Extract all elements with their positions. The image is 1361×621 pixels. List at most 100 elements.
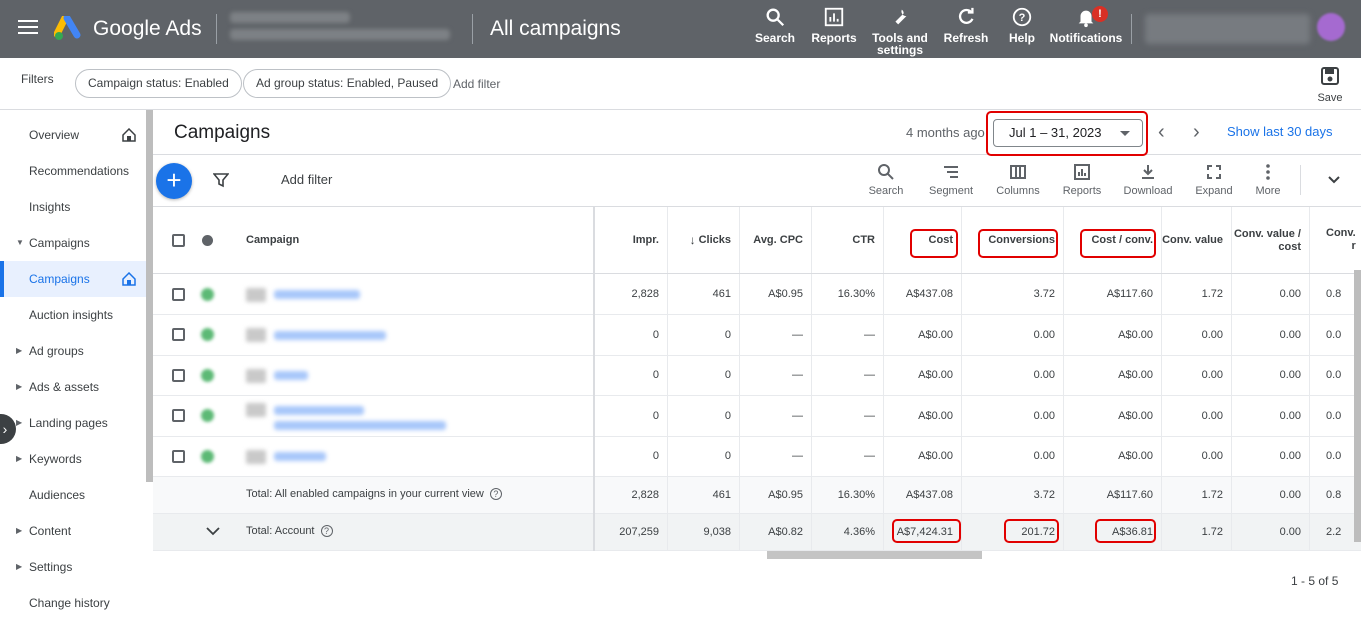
download-icon: [1142, 165, 1154, 179]
cell-conv-value-cost: 0.00: [1231, 436, 1309, 476]
sidebar-item-change-history[interactable]: Change history: [0, 585, 146, 621]
filter-icon[interactable]: [213, 172, 229, 188]
sidebar-scrollbar[interactable]: [146, 110, 153, 482]
help-icon[interactable]: ?: [320, 525, 333, 537]
menu-icon[interactable]: [18, 20, 38, 36]
row-checkbox[interactable]: [172, 287, 185, 301]
cell-avg-cpc: A$0.95: [739, 274, 811, 314]
show-last-30-days-link[interactable]: Show last 30 days: [1227, 124, 1333, 139]
campaign-name-link[interactable]: [246, 368, 308, 383]
help-icon[interactable]: ?: [489, 488, 502, 500]
topnav-notifications[interactable]: ! Notifications: [1050, 6, 1122, 56]
add-filter-link[interactable]: Add filter: [453, 77, 500, 91]
chevron-down-icon[interactable]: [205, 523, 221, 542]
topnav-search[interactable]: Search: [755, 6, 795, 56]
tool-search[interactable]: Search: [867, 163, 905, 197]
cell-conv-value: 0.00: [1161, 315, 1231, 355]
row-checkbox[interactable]: [172, 409, 185, 423]
table-row[interactable]: 2,828 461 A$0.95 16.30% A$437.08 3.72 A$117.60…: [153, 274, 1361, 315]
sidebar-item-settings[interactable]: ▶ Settings: [0, 549, 146, 585]
table-vertical-scrollbar[interactable]: [1354, 270, 1361, 542]
sidebar-item-recommendations[interactable]: Recommendations: [0, 153, 146, 189]
campaigns-header: Campaigns 4 months ago Jul 1 – 31, 2023 …: [153, 110, 1361, 156]
campaign-name-link[interactable]: [246, 403, 446, 431]
horizontal-scrollbar[interactable]: [767, 551, 982, 559]
add-campaign-button[interactable]: +: [156, 163, 192, 199]
cell-cost-per-conv: A$0.00: [1063, 396, 1161, 436]
caret-down-icon: ▼: [16, 238, 24, 247]
account-selector[interactable]: [230, 12, 455, 46]
topnav-reports[interactable]: Reports: [811, 6, 857, 56]
table-row[interactable]: 0 0— — A$0.00 0.00 A$0.00 0.00 0.00 0.0: [153, 355, 1361, 396]
cell-ctr: —: [811, 315, 883, 355]
tool-columns[interactable]: Columns: [994, 163, 1042, 197]
col-header-conv-value[interactable]: Conv. value: [1161, 207, 1231, 273]
row-checkbox[interactable]: [172, 328, 185, 342]
sidebar-item-overview[interactable]: Overview: [0, 117, 146, 153]
toolbar-add-filter[interactable]: Add filter: [281, 172, 332, 187]
campaign-name-link[interactable]: [246, 449, 326, 464]
sidebar-item-campaigns-group[interactable]: ▼ Campaigns: [0, 225, 146, 261]
sidebar-item-ad-groups[interactable]: ▶ Ad groups: [0, 333, 146, 369]
tool-reports[interactable]: Reports: [1059, 163, 1105, 197]
cell-conv-value: 0.00: [1161, 355, 1231, 395]
topnav-refresh[interactable]: Refresh: [944, 6, 988, 56]
next-period-button[interactable]: ›: [1193, 121, 1200, 144]
col-header-clicks[interactable]: ↓ Clicks: [667, 207, 739, 273]
tool-expand[interactable]: Expand: [1193, 163, 1235, 197]
campaign-name-link[interactable]: [246, 328, 386, 343]
date-range-picker[interactable]: Jul 1 – 31, 2023: [993, 119, 1143, 147]
topnav-help[interactable]: ? Help: [1005, 6, 1039, 56]
sort-arrow-icon: ↓: [689, 232, 696, 247]
sidebar-item-landing-pages[interactable]: ▶ Landing pages: [0, 405, 146, 441]
col-header-cost-per-conv[interactable]: Cost / conv.: [1063, 207, 1161, 273]
campaign-column-header[interactable]: Campaign: [246, 234, 299, 246]
sidebar-item-auction-insights[interactable]: Auction insights: [0, 297, 146, 333]
user-account-info[interactable]: [1145, 14, 1310, 44]
filters-label: Filters: [21, 72, 54, 86]
cell-conv-value-cost: 0.00: [1231, 355, 1309, 395]
col-header-conv-rate[interactable]: Conv. r: [1309, 207, 1361, 273]
search-icon: [878, 164, 894, 180]
sidebar-item-audiences[interactable]: Audiences: [0, 477, 146, 513]
avatar[interactable]: [1317, 13, 1345, 41]
cell-cost: A$0.00: [883, 436, 961, 476]
row-checkbox[interactable]: [172, 368, 185, 382]
chevron-down-icon[interactable]: [1326, 171, 1342, 187]
cell-conv-value: 1.72: [1161, 274, 1231, 314]
sidebar-item-insights[interactable]: Insights: [0, 189, 146, 225]
cell-avg-cpc: —: [739, 355, 811, 395]
select-all-checkbox[interactable]: [172, 234, 185, 247]
col-header-ctr[interactable]: CTR: [811, 207, 883, 273]
col-header-cost[interactable]: Cost: [883, 207, 961, 273]
cell-clicks: 461: [667, 477, 739, 513]
caret-right-icon: ▶: [16, 382, 23, 391]
cell-clicks: 9,038: [667, 514, 739, 550]
table-row[interactable]: 0 0— — A$0.00 0.00 A$0.00 0.00 0.00 0.0: [153, 315, 1361, 356]
cell-conv-value-cost: 0.00: [1231, 396, 1309, 436]
filter-chip-campaign-status[interactable]: Campaign status: Enabled: [75, 69, 242, 98]
previous-period-button[interactable]: ‹: [1158, 121, 1165, 144]
home-icon: [122, 128, 136, 142]
cell-conversions: 0.00: [961, 436, 1063, 476]
col-header-conversions[interactable]: Conversions: [961, 207, 1063, 273]
col-header-conv-value-cost[interactable]: Conv. value / cost: [1231, 207, 1309, 273]
save-button[interactable]: Save: [1313, 64, 1347, 104]
sidebar-item-ads-assets[interactable]: ▶ Ads & assets: [0, 369, 146, 405]
col-header-impr[interactable]: Impr.: [595, 207, 667, 273]
table-row[interactable]: 0 0— — A$0.00 0.00 A$0.00 0.00 0.00 0.0: [153, 396, 1361, 437]
tool-segment[interactable]: Segment: [927, 163, 975, 197]
tool-more[interactable]: More: [1251, 163, 1285, 197]
cell-impr: 2,828: [631, 288, 659, 300]
sidebar-item-keywords[interactable]: ▶ Keywords: [0, 441, 146, 477]
campaign-name-link[interactable]: [246, 287, 360, 302]
filter-chip-ad-group-status[interactable]: Ad group status: Enabled, Paused: [243, 69, 452, 98]
row-checkbox[interactable]: [172, 449, 185, 463]
table-row[interactable]: 0 0— — A$0.00 0.00 A$0.00 0.00 0.00 0.0: [153, 436, 1361, 477]
topnav-tools[interactable]: Tools and settings: [872, 6, 928, 56]
cell-cost-per-conv: A$117.60: [1063, 477, 1161, 513]
sidebar-item-content[interactable]: ▶ Content: [0, 513, 146, 549]
tool-download[interactable]: Download: [1121, 163, 1175, 197]
sidebar-item-campaigns[interactable]: Campaigns: [0, 261, 146, 297]
col-header-avg-cpc[interactable]: Avg. CPC: [739, 207, 811, 273]
